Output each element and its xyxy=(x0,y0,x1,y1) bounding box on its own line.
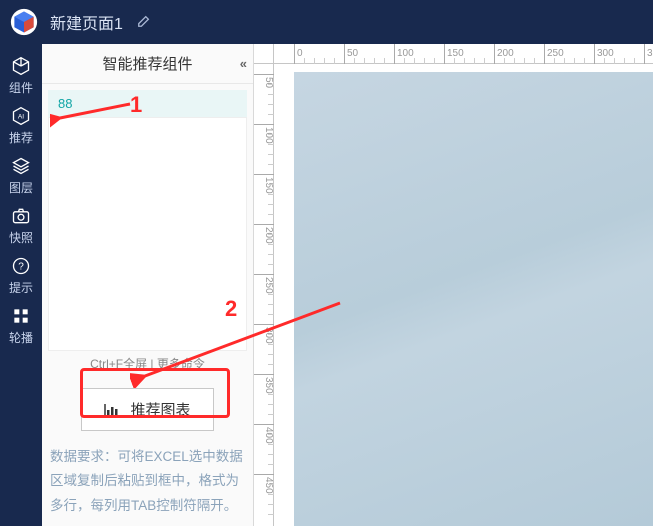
data-requirement-hint: 数据要求：可将EXCEL选中数据区域复制后粘贴到框中，格式为多行，每列用TAB控… xyxy=(42,445,253,526)
sidebar-item-snapshot[interactable]: 快照 xyxy=(0,200,42,250)
data-cell-value: 88 xyxy=(58,96,72,111)
camera-icon xyxy=(11,205,31,227)
layers-icon xyxy=(11,155,31,177)
edit-title-icon[interactable] xyxy=(137,14,151,31)
ruler-vertical: 50100150200250300350400450 xyxy=(254,64,274,526)
sidebar-item-components[interactable]: 组件 xyxy=(0,50,42,100)
question-circle-icon: ? xyxy=(11,255,31,277)
svg-text:AI: AI xyxy=(18,113,24,120)
titlebar: 新建页面1 xyxy=(0,0,653,44)
sidebar-item-recommend[interactable]: AI 推荐 xyxy=(0,100,42,150)
collapse-panel-icon[interactable]: « xyxy=(240,56,243,71)
recommend-button-label: 推荐图表 xyxy=(130,399,190,420)
ai-cube-icon: AI xyxy=(11,105,31,127)
page-title: 新建页面1 xyxy=(50,10,123,34)
cube-icon xyxy=(11,55,31,77)
left-sidebar: 组件 AI 推荐 图层 快照 ? 提示 轮播 xyxy=(0,44,42,526)
app-logo-icon xyxy=(10,8,38,36)
data-paste-area[interactable]: 88 xyxy=(48,90,247,117)
ruler-horizontal: 050100150200250300350 xyxy=(274,44,653,64)
recommend-panel: 智能推荐组件 « 88 Ctrl+F全屏 | 更多命令 推荐图表 数据要求：可将… xyxy=(42,44,254,526)
command-hint: Ctrl+F全屏 | 更多命令 xyxy=(42,351,253,378)
panel-header: 智能推荐组件 « xyxy=(42,44,253,84)
recommend-chart-button[interactable]: 推荐图表 xyxy=(81,388,213,431)
svg-text:?: ? xyxy=(18,261,24,272)
panel-title: 智能推荐组件 xyxy=(102,53,192,74)
sidebar-item-hint[interactable]: ? 提示 xyxy=(0,250,42,300)
sidebar-item-layers[interactable]: 图层 xyxy=(0,150,42,200)
canvas-area: 050100150200250300350 501001502002503003… xyxy=(254,44,653,526)
ruler-corner xyxy=(254,44,274,64)
grid-icon xyxy=(11,305,31,327)
sidebar-item-carousel[interactable]: 轮播 xyxy=(0,300,42,350)
design-canvas[interactable] xyxy=(294,72,653,526)
data-textarea[interactable] xyxy=(48,117,247,351)
bar-chart-icon xyxy=(104,403,120,417)
